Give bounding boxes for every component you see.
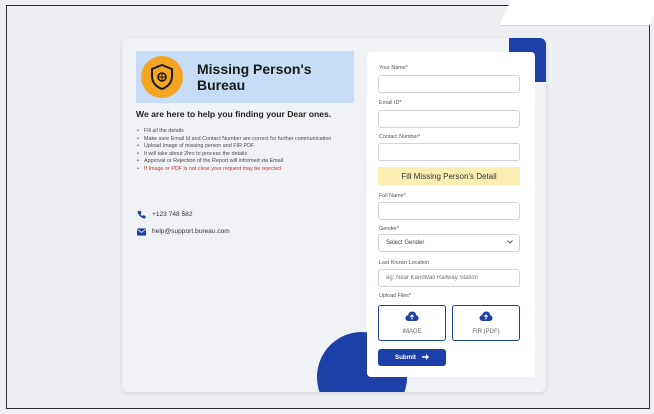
brand-header: Missing Person's Bureau (136, 51, 354, 103)
gender-select[interactable]: Select Gender (378, 234, 520, 252)
instruction-warning: If Image or PDF is not clear your reques… (136, 166, 346, 174)
your-name-label: Your Name* (379, 65, 408, 71)
section-banner: Fill Missing Person's Detail (378, 167, 520, 185)
envelope-icon (137, 227, 146, 236)
instruction-item: Upload Image of missing person and FIR P… (136, 143, 346, 151)
contact-phone: +123 748 582 (137, 210, 193, 219)
email-label: Email ID* (379, 100, 402, 106)
full-name-label: Full Name* (379, 193, 406, 199)
gender-select-value: Select Gender (386, 240, 425, 246)
decorative-corner (498, 0, 654, 26)
gender-label: Gender* (379, 226, 400, 232)
location-label: Last Known Location (379, 260, 430, 266)
cloud-upload-icon (405, 311, 419, 323)
fir-upload-label: FIR (PDF) (472, 329, 500, 335)
phone-number: +123 748 582 (152, 211, 193, 218)
submit-button[interactable]: Submit (378, 349, 446, 366)
report-form: Your Name* Email ID* Contact Number* Fil… (367, 52, 535, 377)
phone-icon (137, 210, 146, 219)
fir-upload-button[interactable]: FIR (PDF) (452, 305, 520, 341)
instruction-list: Fill all the details Make sure Email Id … (136, 128, 346, 174)
submit-label: Submit (395, 354, 416, 361)
instruction-item: It will take about 2hrs to process the d… (136, 151, 346, 159)
instruction-item: Approval or Rejection of the Report will… (136, 158, 346, 166)
image-upload-button[interactable]: IMAGE (378, 305, 446, 341)
contact-number-label: Contact Number* (379, 134, 421, 140)
your-name-input[interactable] (378, 75, 520, 93)
instruction-item: Make sure Email Id and Contact Number ar… (136, 136, 346, 144)
contact-number-input[interactable] (378, 143, 520, 161)
email-input[interactable] (378, 110, 520, 128)
instruction-item: Fill all the details (136, 128, 346, 136)
brand-title-line1: Missing Person's (197, 61, 312, 77)
arrow-right-icon (421, 353, 429, 362)
full-name-input[interactable] (378, 202, 520, 220)
upload-label: Upload Files* (379, 293, 412, 299)
shield-badge-icon (141, 56, 183, 98)
chevron-down-icon (507, 240, 513, 246)
cloud-upload-icon (479, 311, 493, 323)
report-card: Missing Person's Bureau We are here to h… (122, 38, 546, 392)
email-address: help@support.bureau.com (152, 228, 230, 235)
contact-email: help@support.bureau.com (137, 227, 230, 236)
brand-title: Missing Person's Bureau (197, 61, 312, 93)
image-upload-label: IMAGE (402, 329, 422, 335)
brand-title-line2: Bureau (197, 77, 246, 93)
screenshot-frame: Missing Person's Bureau We are here to h… (6, 0, 654, 409)
location-input[interactable] (378, 269, 520, 287)
tagline: We are here to help you finding your Dea… (136, 109, 332, 119)
